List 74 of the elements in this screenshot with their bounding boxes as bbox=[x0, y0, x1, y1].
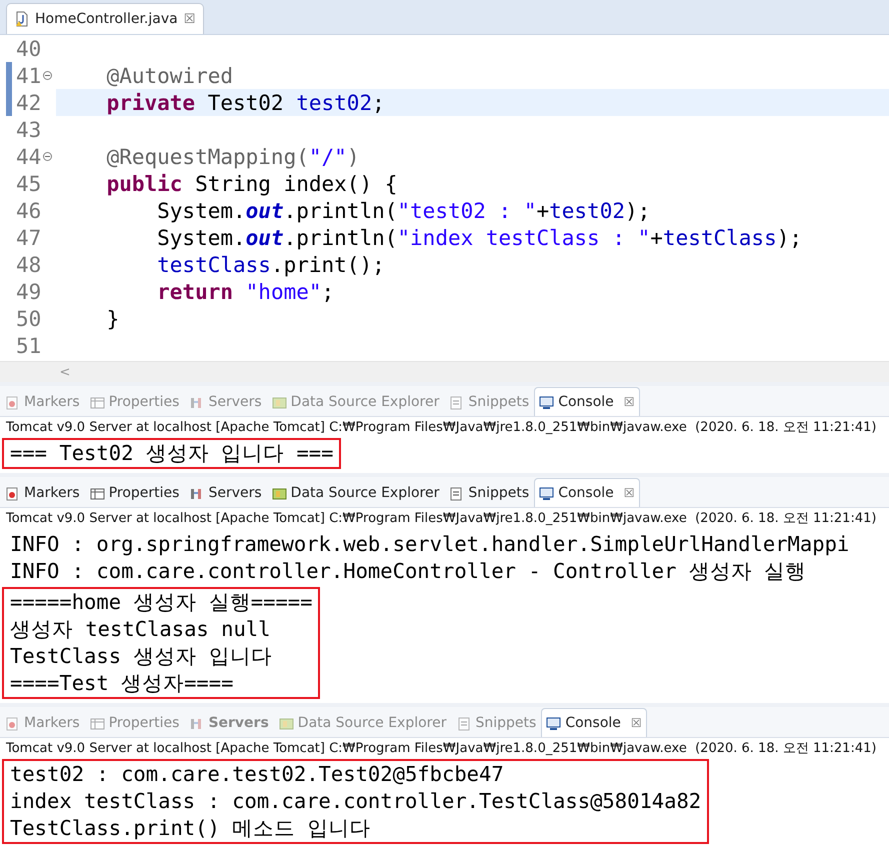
code-line: System.out.println("index testClass : "+testClass); bbox=[156, 224, 804, 251]
line-number: 48 bbox=[16, 252, 42, 276]
console-line: ====Test 생성자==== bbox=[10, 670, 234, 697]
close-button[interactable]: ☒ bbox=[630, 716, 642, 730]
monitor-icon bbox=[539, 394, 554, 410]
view-tab[interactable]: Snippets bbox=[444, 387, 534, 416]
close-button[interactable]: ☒ bbox=[624, 486, 635, 500]
view-tab[interactable]: Servers bbox=[184, 387, 267, 416]
view-tab[interactable]: Markers bbox=[0, 387, 85, 416]
table-icon bbox=[90, 486, 105, 500]
close-button[interactable]: ☒ bbox=[624, 395, 635, 409]
line-number: 46 bbox=[16, 198, 42, 222]
fold-icon[interactable] bbox=[43, 152, 52, 161]
code-line: testClass.print(); bbox=[156, 252, 386, 278]
console-status: Tomcat v9.0 Server at localhost [Apache Tomcat] C:₩Program Files₩Java₩jre1.8.0_251₩bin₩javaw.exe (2020. 6. 18. 오전 11:21:41) bbox=[5, 419, 878, 437]
line-number: 45 bbox=[16, 172, 42, 196]
document-icon bbox=[449, 394, 464, 410]
monitor-icon bbox=[546, 716, 562, 730]
console-line: INFO : org.springframework.web.servlet.handler.SimpleUrlHandlerMappi bbox=[10, 531, 850, 558]
view-tab[interactable]: Snippets bbox=[452, 708, 542, 737]
line-number: 40 bbox=[16, 36, 42, 60]
view-tab[interactable]: Data Source Explorer bbox=[274, 708, 452, 737]
view-tab[interactable]: Markers bbox=[0, 708, 85, 737]
horizontal-scrollbar[interactable]: < bbox=[0, 361, 889, 382]
console-status: Tomcat v9.0 Server at localhost [Apache Tomcat] C:₩Program Files₩Java₩jre1.8.0_251₩bin₩javaw.exe (2020. 6. 18. 오전 11:21:41) bbox=[5, 510, 878, 528]
console-line: === Test02 생성자 입니다 === bbox=[10, 440, 334, 467]
scroll-left-button[interactable]: < bbox=[56, 364, 74, 380]
line-number: 49 bbox=[16, 280, 42, 304]
document-icon bbox=[449, 486, 464, 500]
fold-icon[interactable] bbox=[43, 71, 52, 80]
code-line: } bbox=[106, 306, 120, 332]
line-number: 41 bbox=[16, 64, 42, 88]
document-icon bbox=[456, 716, 472, 730]
view-tab[interactable]: Properties bbox=[84, 387, 184, 416]
close-button[interactable]: ☒ bbox=[184, 12, 196, 26]
code-line: @RequestMapping("/") bbox=[106, 144, 360, 170]
code-line: System.out.println("test02 : "+test02); bbox=[156, 198, 652, 224]
console-line: =====home 생성자 실행===== bbox=[10, 589, 312, 616]
console-line: test02 : com.care.test02.Test02@5fbcbe47 bbox=[10, 761, 505, 788]
view-tab[interactable]: Console ☒ bbox=[541, 708, 647, 737]
line-number: 44 bbox=[16, 144, 42, 168]
console-line: TestClass.print() 메소드 입니다 bbox=[10, 815, 372, 842]
view-tab[interactable]: Snippets bbox=[444, 478, 534, 507]
code-line: return "home"; bbox=[156, 278, 336, 305]
view-tab[interactable]: Console ☒ bbox=[534, 478, 640, 507]
line-number: 50 bbox=[16, 306, 42, 330]
view-tab[interactable]: Data Source Explorer bbox=[266, 387, 444, 416]
console-line: 생성자 testClasas null bbox=[10, 616, 272, 643]
marker-icon bbox=[5, 716, 20, 730]
console-line: INFO : com.care.controller.HomeController - Controller 생성자 실행 bbox=[10, 558, 808, 585]
java-file-icon bbox=[15, 11, 29, 27]
console-line: index testClass : com.care.controller.TestClass@58014a82 bbox=[10, 788, 702, 815]
monitor-icon bbox=[539, 486, 554, 500]
table-icon bbox=[90, 394, 105, 410]
tab-title: HomeController.java bbox=[35, 11, 178, 27]
line-number: 51 bbox=[16, 334, 42, 358]
view-tab[interactable]: Properties bbox=[84, 708, 184, 737]
marker-icon bbox=[5, 486, 20, 500]
view-tab[interactable]: Servers bbox=[184, 708, 274, 737]
view-tab[interactable]: Data Source Explorer bbox=[266, 478, 444, 507]
view-tab[interactable]: Servers bbox=[184, 478, 267, 507]
line-number: 43 bbox=[16, 118, 42, 142]
code-line: @Autowired bbox=[106, 62, 234, 89]
console-line: TestClass 생성자 입니다 bbox=[10, 643, 273, 670]
console-status: Tomcat v9.0 Server at localhost [Apache Tomcat] C:₩Program Files₩Java₩jre1.8.0_251₩bin₩javaw.exe (2020. 6. 18. 오전 11:21:41) bbox=[5, 740, 878, 758]
view-tab[interactable]: Console ☒ bbox=[534, 387, 640, 416]
view-tab[interactable]: Properties bbox=[84, 478, 184, 507]
table-icon bbox=[90, 716, 105, 730]
view-tab[interactable]: Markers bbox=[0, 478, 85, 507]
line-number: 47 bbox=[16, 226, 42, 250]
marker-icon bbox=[5, 394, 20, 410]
line-number: 42 bbox=[16, 90, 42, 114]
editor-tab[interactable]: HomeController.java ☒ bbox=[6, 3, 204, 34]
code-line: public String index() { bbox=[106, 170, 398, 197]
